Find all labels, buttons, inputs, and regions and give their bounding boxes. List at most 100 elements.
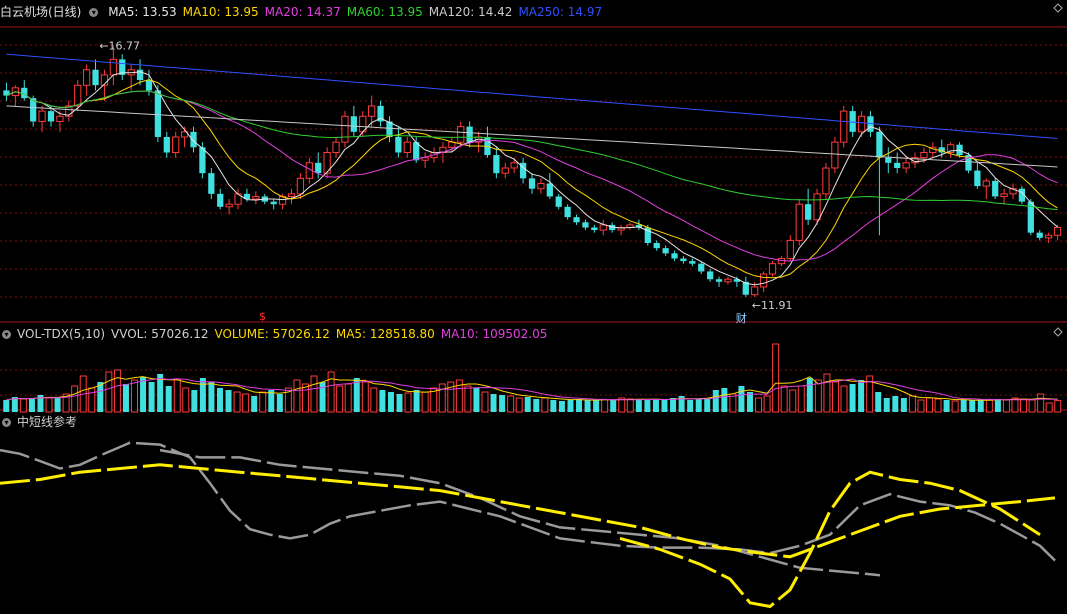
candle-body: [546, 183, 553, 197]
volume-bar: [421, 391, 429, 413]
candle-body: [1036, 232, 1043, 238]
volume-bar: [661, 400, 668, 412]
volume-bar: [182, 387, 190, 413]
candle-body: [92, 69, 99, 86]
volume-bar: [507, 395, 515, 413]
volume-bar: [276, 394, 283, 412]
collapse-icon[interactable]: ▾: [2, 418, 11, 427]
candle-body: [56, 115, 64, 122]
volume-bar: [704, 398, 711, 412]
candle-body: [287, 193, 296, 197]
candle-body: [768, 263, 777, 275]
volume-bar: [473, 388, 480, 412]
volume-bar: [755, 397, 763, 413]
collapse-icon[interactable]: ▾: [2, 330, 11, 339]
stock-title: 白云机场(日线): [0, 5, 82, 19]
volume-bar: [113, 369, 121, 413]
volume-bar: [370, 387, 378, 413]
volume-bar: [601, 399, 609, 413]
volume-bar: [917, 399, 925, 413]
volume-bar: [763, 395, 771, 413]
volume-bar: [54, 397, 61, 412]
candle-body: [573, 217, 580, 223]
candle-body: [172, 136, 180, 153]
volume-bar: [892, 396, 899, 412]
legend-item: MA120: 14.42: [428, 5, 513, 19]
candle-body: [689, 261, 696, 264]
volume-bar: [481, 391, 489, 413]
volume-bar: [344, 383, 352, 413]
candle-body: [982, 180, 990, 187]
candle-body: [582, 222, 589, 228]
red-marker: $: [259, 310, 266, 323]
legend-item: MA10: 13.95: [182, 5, 259, 19]
volume-bar: [225, 390, 232, 412]
volume-panel-header: ▾ VOL-TDX(5,10) VVOL: 57026.12 VOLUME: 5702…: [0, 325, 559, 343]
volume-bar: [644, 399, 651, 412]
volume-bar: [301, 383, 309, 413]
candle-body: [208, 173, 215, 194]
volume-bar: [695, 399, 702, 412]
candle-body: [270, 201, 277, 205]
candle-body: [759, 273, 768, 288]
candle-body: [564, 206, 571, 218]
volume-bar: [814, 379, 822, 413]
candle-body: [199, 147, 206, 174]
candle-body: [920, 151, 928, 159]
volume-bar: [969, 400, 976, 412]
volume-bar: [883, 398, 890, 412]
volume-bar: [593, 400, 600, 412]
ma-legend: MA5: 13.53 MA10: 13.95 MA20: 14.37 MA60: 13…: [108, 5, 608, 19]
candle-body: [1000, 193, 1008, 197]
volume-bar: [926, 397, 933, 413]
candle-body: [395, 136, 402, 153]
collapse-icon[interactable]: ▾: [89, 8, 99, 17]
volume-bar: [140, 377, 147, 412]
volume-bar: [515, 397, 523, 413]
indicator-panel-header: ▾ 中短线参考: [0, 413, 89, 431]
volume-bar: [208, 382, 215, 412]
volume-bar: [438, 383, 446, 413]
candle-body: [840, 110, 848, 143]
candle-body: [332, 141, 340, 153]
legend-item: MA60: 13.95: [346, 5, 423, 19]
volume-bar: [379, 390, 386, 412]
legend-item: VVOL: 57026.12: [111, 327, 209, 341]
legend-item: MA5: 13.53: [108, 5, 177, 19]
volume-bar: [524, 397, 531, 412]
candle-body: [466, 126, 473, 143]
volume-bar: [635, 400, 642, 412]
volume-bar: [28, 398, 35, 412]
candle-body: [715, 279, 723, 282]
candle-body: [653, 243, 660, 249]
volume-bar: [985, 399, 993, 413]
volume-bar: [721, 388, 728, 412]
volume-bar: [165, 386, 172, 412]
candle-body: [680, 258, 687, 262]
volume-bar: [652, 399, 659, 412]
volume-bar: [943, 400, 950, 412]
volume-bar: [849, 384, 856, 412]
candle-body: [368, 105, 376, 117]
candle-body: [493, 155, 500, 174]
volume-bar: [900, 398, 907, 412]
legend-item: VOL-TDX(5,10): [17, 327, 106, 341]
candle-body: [225, 203, 233, 208]
volume-bar: [191, 390, 198, 412]
volume-bar: [533, 399, 540, 412]
volume-bar: [71, 385, 79, 413]
volume-legend: VOL-TDX(5,10) VVOL: 57026.12 VOLUME: 57026…: [17, 327, 553, 341]
candle-body: [350, 116, 357, 132]
candle-body: [109, 58, 117, 76]
volume-bar: [831, 381, 839, 413]
volume-bar: [293, 379, 301, 413]
volume-bar: [584, 400, 591, 412]
candle-body: [145, 80, 153, 91]
volume-bar: [687, 400, 694, 412]
candle-body: [698, 263, 705, 272]
volume-bar: [977, 399, 984, 412]
indicator-line: [0, 441, 1056, 562]
indicator-legend: 中短线参考: [17, 415, 83, 429]
ma-line: [6, 53, 1058, 139]
candle-body: [83, 69, 91, 86]
